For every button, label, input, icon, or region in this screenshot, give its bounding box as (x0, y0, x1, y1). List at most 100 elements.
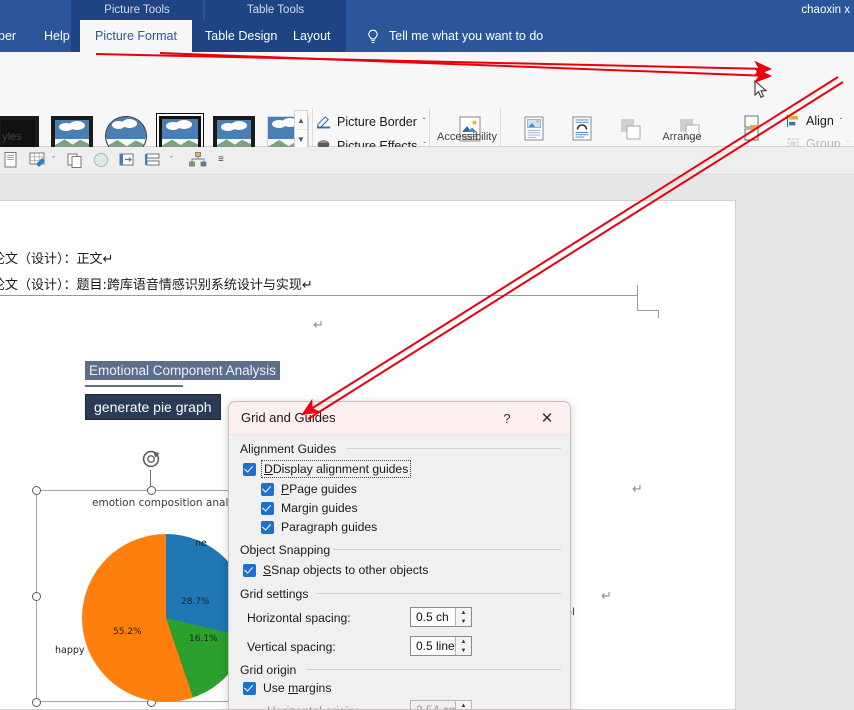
picture-border-button[interactable]: Picture Border ˇ (316, 114, 426, 129)
label-vertical-spacing: Vertical spacing: (247, 640, 336, 654)
tell-me-box[interactable]: Tell me what you want to do (389, 20, 543, 52)
dialog-body: Alignment Guides DDisplay alignment guid… (229, 435, 570, 709)
distribute-rows-icon[interactable] (144, 151, 164, 174)
vertical-spacing-value: 0.5 line (416, 639, 455, 653)
pie-slices (82, 534, 250, 702)
picture-border-label: Picture Border (337, 114, 417, 129)
checkbox-snap-objects[interactable]: SSnap objects to other objects (243, 563, 428, 577)
chevron-down-icon[interactable]: ˇ (423, 117, 426, 126)
spinner-up-icon[interactable]: ▲ (456, 701, 471, 709)
pie-chart[interactable]: 28.7% 16.1% 55.2% (82, 534, 250, 702)
word-window: Picture Tools Table Tools chaoxin x per … (0, 0, 854, 710)
table-border (658, 310, 659, 318)
group-label-picture-styles: yles (2, 131, 22, 143)
highlighted-heading[interactable]: Emotional Component Analysis (85, 361, 280, 380)
checkbox-display-alignment-guides[interactable]: DDisplay alignment guides (243, 460, 412, 478)
horizontal-spacing-input[interactable]: 0.5 ch ▲ ▼ (410, 607, 472, 627)
spinner-down-icon[interactable]: ▼ (456, 646, 471, 655)
paragraph-mark: ↵ (601, 589, 612, 604)
spinner-horizontal-origin[interactable]: ▲ ▼ (455, 701, 471, 709)
checkbox-label: Page guides (289, 482, 357, 496)
mouse-cursor (754, 80, 768, 99)
pie-category-happy: happy (55, 645, 85, 656)
tab-layout[interactable]: Layout (283, 20, 341, 52)
pie-label-fear: 16.1% (189, 634, 218, 644)
close-icon[interactable]: ✕ (534, 409, 560, 429)
spinner-up-icon[interactable]: ▲ (456, 637, 471, 646)
dialog-title: Grid and Guides (241, 410, 336, 425)
paragraph-mark: ↵ (313, 318, 324, 333)
chevron-down-icon[interactable]: ˇ (52, 155, 55, 165)
spinner-down-icon[interactable]: ▼ (456, 617, 471, 626)
ribbon-group-labels: yles Accessibility Arrange (0, 131, 854, 147)
page-icon[interactable] (2, 151, 20, 174)
section-grid-origin: Grid origin (240, 663, 297, 677)
group-label-accessibility: Accessibility (437, 131, 497, 143)
spinner-up-icon[interactable]: ▲ (456, 608, 471, 617)
insert-right-icon[interactable] (118, 151, 136, 174)
help-button[interactable]: ? (494, 409, 520, 429)
more-icon[interactable]: ≡ (218, 154, 224, 165)
label-horizontal-origin: Horizontal origin: (267, 704, 358, 709)
checkbox-label: Paragraph guides (281, 520, 378, 534)
generate-pie-graph-button[interactable]: generate pie graph (85, 394, 221, 420)
section-alignment-guides: Alignment Guides (240, 442, 337, 456)
heading-underline (85, 385, 183, 387)
spinner-horizontal-spacing[interactable]: ▲ ▼ (455, 608, 471, 626)
horizontal-origin-input[interactable]: 2.54 cm ▲ ▼ (410, 700, 472, 709)
checkbox-indicator[interactable] (261, 482, 274, 496)
tab-help[interactable]: Help (34, 20, 80, 52)
checkbox-indicator[interactable] (243, 681, 256, 695)
table-border (637, 285, 638, 311)
chart-title: emotion composition analyze (92, 497, 247, 509)
align-label: Align (806, 114, 834, 128)
contextual-tab-table-tools: Table Tools (205, 0, 346, 20)
table-brush-icon[interactable] (28, 151, 48, 174)
pie-label-neutral: 28.7% (181, 597, 210, 607)
align-button[interactable]: Align ˇ (786, 114, 842, 128)
section-object-snapping: Object Snapping (240, 543, 331, 557)
smartart-icon[interactable] (188, 151, 208, 174)
resize-handle-bottom-left[interactable] (31, 697, 41, 707)
account-name[interactable]: chaoxin x (801, 0, 850, 20)
checkbox-label: Display alignment guides (272, 462, 409, 476)
pie-label-happy: 55.2% (113, 627, 142, 637)
dialog-title-bar[interactable]: Grid and Guides ? ✕ (229, 402, 570, 435)
tab-picture-format[interactable]: Picture Format (80, 20, 192, 52)
picture-border-icon (316, 116, 331, 129)
checkbox-indicator[interactable] (261, 501, 274, 515)
checkbox-use-margins[interactable]: Use margins (243, 681, 331, 695)
circle-icon[interactable] (92, 151, 110, 174)
grid-and-guides-dialog[interactable]: Grid and Guides ? ✕ Alignment Guides DDi… (228, 401, 571, 710)
ribbon-tab-strip: per Help Picture Format Table Design Lay… (0, 20, 854, 52)
document-line: 论文（设计）：题目:跨库语音情感识别系统设计与实现↵ (0, 278, 313, 293)
resize-handle-top-center[interactable] (146, 485, 156, 495)
ruler-band (0, 175, 854, 368)
title-bar: Picture Tools Table Tools chaoxin x (0, 0, 854, 20)
checkbox-indicator[interactable] (243, 563, 256, 577)
resize-handle-top-left[interactable] (31, 485, 41, 495)
group-label-arrange: Arrange (662, 131, 702, 143)
gallery-scroll-up[interactable]: ▲ (295, 111, 307, 130)
pie-category-neutral: ne (195, 538, 207, 549)
checkbox-indicator[interactable] (261, 520, 274, 534)
section-grid-settings: Grid settings (240, 587, 309, 601)
copy-icon[interactable] (66, 151, 84, 174)
checkbox-page-guides[interactable]: PPage guides (261, 482, 357, 496)
horizontal-spacing-value: 0.5 ch (416, 610, 449, 624)
chevron-down-icon[interactable]: ˇ (170, 155, 173, 165)
resize-handle-middle-left[interactable] (31, 591, 41, 601)
checkbox-label: Margin guides (281, 501, 358, 515)
label-horizontal-spacing: Horizontal spacing: (247, 611, 351, 625)
tab-developer[interactable]: per (0, 20, 26, 52)
spinner-vertical-spacing[interactable]: ▲ ▼ (455, 637, 471, 655)
checkbox-label: Snap objects to other objects (271, 563, 429, 577)
rotate-handle[interactable] (140, 448, 162, 470)
paragraph-mark: ↵ (632, 482, 643, 497)
checkbox-indicator[interactable] (243, 462, 256, 476)
chevron-down-icon[interactable]: ˇ (840, 117, 843, 126)
checkbox-margin-guides[interactable]: Margin guides (261, 501, 358, 515)
tab-table-design[interactable]: Table Design (195, 20, 287, 52)
vertical-spacing-input[interactable]: 0.5 line ▲ ▼ (410, 636, 472, 656)
checkbox-paragraph-guides[interactable]: Paragraph guides (261, 520, 377, 534)
